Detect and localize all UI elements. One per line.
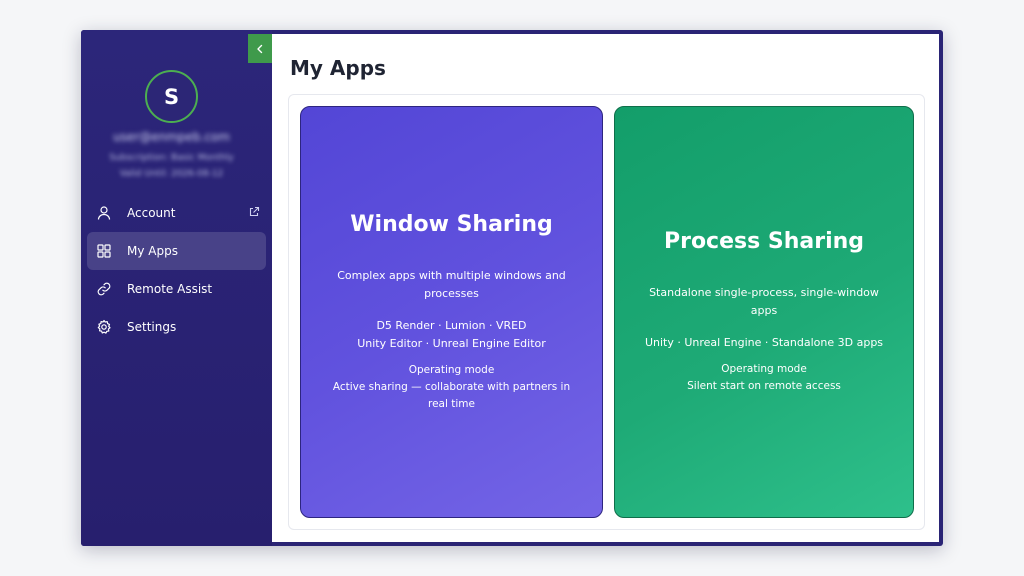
- card-mode-label: Operating mode: [721, 363, 807, 375]
- card-apps-line: Unity · Unreal Engine · Standalone 3D ap…: [644, 336, 884, 349]
- card-supported-apps: D5 Render · Lumion · VRED Unity Editor ·…: [357, 317, 546, 353]
- card-title: Window Sharing: [350, 211, 553, 237]
- avatar[interactable]: S: [145, 70, 198, 123]
- window-sharing-card[interactable]: Window Sharing Complex apps with multipl…: [300, 106, 603, 518]
- sidebar-nav: Account My Apps Remote Assist Settings: [87, 194, 266, 346]
- user-icon: [96, 205, 112, 221]
- app-window: S user@enmpeb.com Subscription: Basic Mo…: [81, 30, 943, 546]
- link-icon: [96, 281, 112, 297]
- sidebar: S user@enmpeb.com Subscription: Basic Mo…: [81, 30, 272, 546]
- sidebar-item-remote-assist[interactable]: Remote Assist: [87, 270, 266, 308]
- sidebar-item-my-apps[interactable]: My Apps: [87, 232, 266, 270]
- sidebar-item-label: Account: [127, 206, 176, 220]
- main-content: My Apps Window Sharing Complex apps with…: [272, 34, 939, 542]
- card-description: Standalone single-process, single-window…: [649, 286, 879, 317]
- subscription-valid-until: Valid Until: 2026-08-12: [119, 169, 224, 179]
- user-email: user@enmpeb.com: [113, 130, 230, 144]
- subscription-plan: Subscription: Basic Monthly: [109, 153, 234, 163]
- collapse-sidebar-button[interactable]: [248, 34, 272, 63]
- card-description: Complex apps with multiple windows and p…: [337, 268, 566, 300]
- sidebar-item-label: Settings: [127, 320, 177, 334]
- sidebar-item-settings[interactable]: Settings: [87, 308, 266, 346]
- card-mode-value: Active sharing — collaborate with partne…: [332, 380, 571, 410]
- card-title: Process Sharing: [663, 229, 865, 254]
- grid-icon: [96, 243, 112, 259]
- chevron-left-icon: [257, 44, 263, 53]
- sidebar-item-account[interactable]: Account: [87, 194, 266, 232]
- card-supported-apps: Unity · Unreal Engine · Standalone 3D ap…: [645, 334, 883, 352]
- card-apps-line: Unity Editor · Unreal Engine Editor: [357, 336, 546, 350]
- gear-icon: [96, 319, 112, 335]
- process-sharing-card[interactable]: Process Sharing Standalone single-proces…: [614, 106, 914, 518]
- card-mode-value: Silent start on remote access: [687, 380, 841, 392]
- card-apps-line: D5 Render · Lumion · VRED: [376, 318, 527, 332]
- sidebar-item-label: Remote Assist: [127, 282, 213, 296]
- external-link-icon[interactable]: [248, 206, 260, 218]
- app-cards-panel: Window Sharing Complex apps with multipl…: [288, 94, 925, 530]
- sidebar-item-label: My Apps: [127, 244, 178, 258]
- card-mode-label: Operating mode: [408, 363, 495, 376]
- page-title: My Apps: [290, 56, 386, 80]
